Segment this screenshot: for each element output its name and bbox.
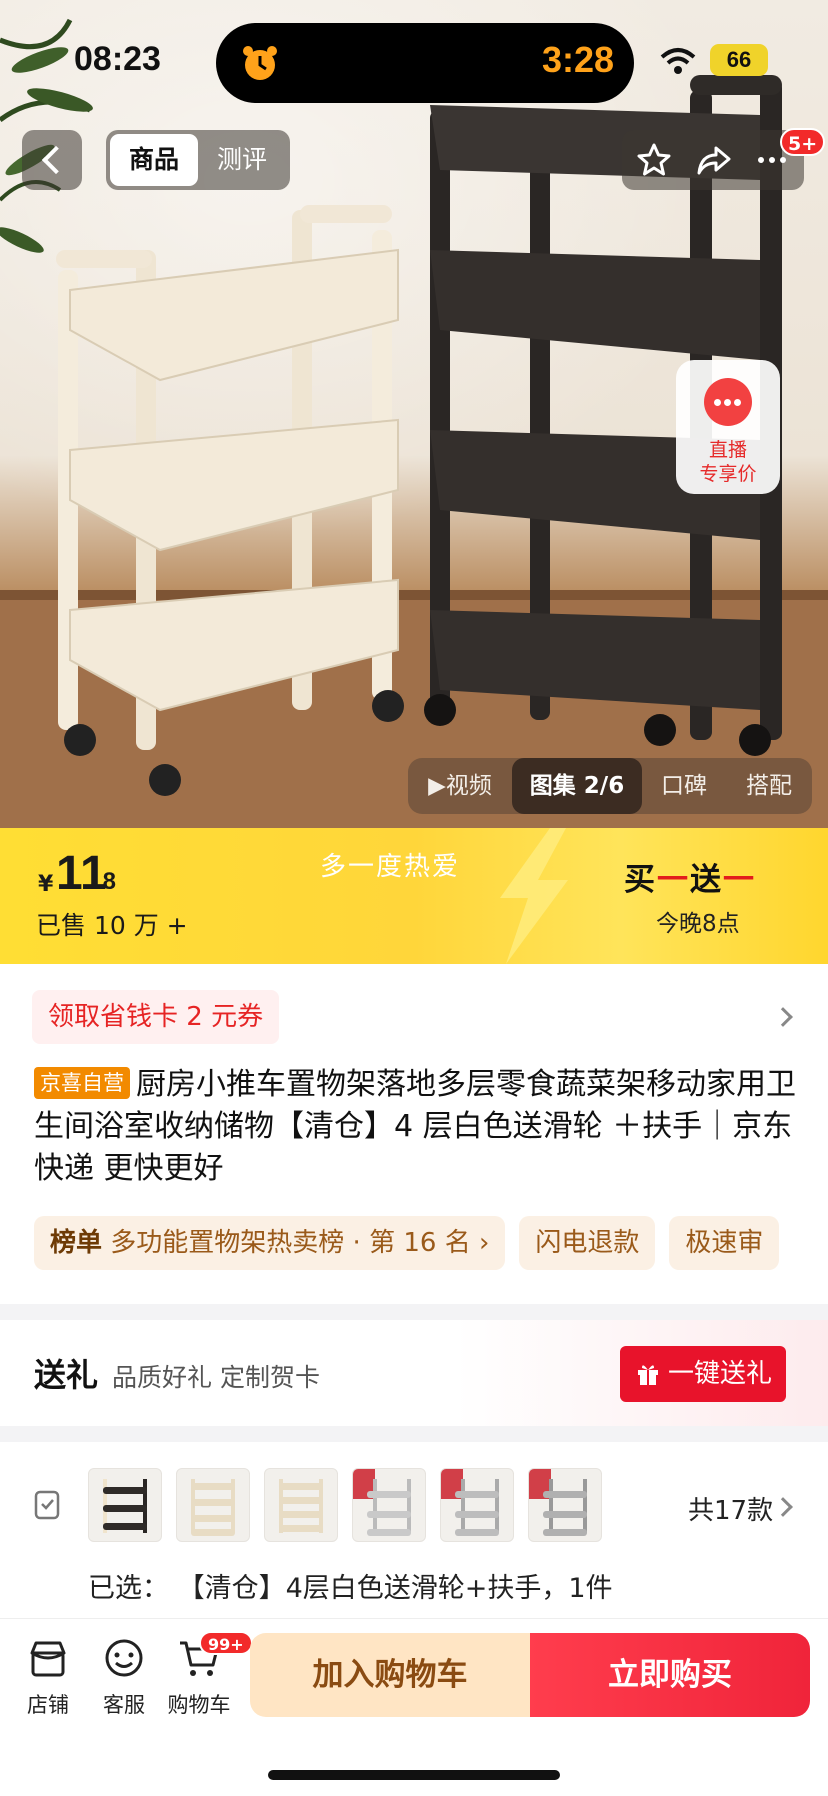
live-icon xyxy=(704,378,752,426)
variant-thumb[interactable] xyxy=(352,1468,426,1542)
tab-product[interactable]: 商品 xyxy=(110,134,198,186)
promo-buy-one-get-one[interactable]: 买一送一 xyxy=(624,854,756,899)
price-banner: ¥ 11 .8 已售 10 万 + 多一度热爱 买一送一 今晚8点 xyxy=(0,828,828,964)
dynamic-island[interactable]: 3:28 xyxy=(216,23,634,103)
variant-thumb[interactable] xyxy=(176,1468,250,1542)
self-operated-tag: 京喜自营 xyxy=(34,1067,130,1099)
review-chip[interactable]: 极速审 xyxy=(669,1216,780,1270)
rank-chip[interactable]: 榜单 多功能置物架热卖榜 · 第 16 名 › xyxy=(34,1216,506,1270)
media-tab-review[interactable]: 口碑 xyxy=(642,758,726,814)
variant-thumb[interactable] xyxy=(88,1468,162,1542)
gift-title: 送礼 xyxy=(34,1356,99,1394)
customer-service-button[interactable]: 客服 xyxy=(88,1637,160,1719)
section-divider xyxy=(0,1304,828,1320)
product-title: 京喜自营 厨房小推车置物架落地多层零食蔬菜架移动家用卫生间浴室收纳储物【清仓】4 … xyxy=(34,1064,802,1190)
price-currency: ¥ xyxy=(38,872,54,897)
add-to-cart-button[interactable]: 加入购物车 xyxy=(250,1633,530,1717)
variant-thumb[interactable] xyxy=(264,1468,338,1542)
live-price-label: 直播 专享价 xyxy=(699,439,757,485)
price-decimal: .8 xyxy=(96,868,117,895)
live-price-button[interactable]: 直播 专享价 xyxy=(676,360,780,494)
promo-time: 今晚8点 xyxy=(656,911,740,937)
sold-count: 已售 10 万 + xyxy=(36,911,188,940)
star-favorite-icon[interactable] xyxy=(636,142,672,178)
store-button[interactable]: 店铺 xyxy=(12,1637,84,1719)
buy-now-button[interactable]: 立即购买 xyxy=(530,1633,810,1717)
lightning-bolt-icon xyxy=(500,828,568,964)
rank-text: 多功能置物架热卖榜 · 第 16 名 xyxy=(110,1228,471,1258)
chevron-right-icon[interactable] xyxy=(773,1497,793,1517)
coupon-button[interactable]: 领取省钱卡 2 元券 xyxy=(32,990,280,1044)
notification-badge: 5+ xyxy=(780,128,826,156)
back-button[interactable] xyxy=(22,130,82,190)
media-tab-gallery[interactable]: 图集 2/6 xyxy=(512,758,642,814)
service-label: 客服 xyxy=(103,1693,145,1717)
product-title-text: 厨房小推车置物架落地多层零食蔬菜架移动家用卫生间浴室收纳储物【清仓】4 层白色送… xyxy=(34,1067,796,1186)
smiley-chat-icon xyxy=(105,1639,143,1677)
view-tabs: 商品 测评 xyxy=(106,130,290,190)
chevron-right-icon[interactable] xyxy=(773,1007,793,1027)
banner-slogan: 多一度热爱 xyxy=(320,852,461,882)
wifi-icon xyxy=(660,48,696,74)
send-gift-label: 一键送礼 xyxy=(668,1359,773,1389)
media-tab-video[interactable]: ▶视频 xyxy=(408,758,512,814)
feature-chips: 榜单 多功能置物架热卖榜 · 第 16 名 › 闪电退款 极速审 xyxy=(34,1216,828,1270)
product-image[interactable]: 08:23 3:28 66 商品 测评 5+ 直播 专享价 ▶视频 图集 2/6… xyxy=(0,0,828,828)
header-actions xyxy=(622,130,804,190)
gift-section: 送礼 品质好礼 定制贺卡 一键送礼 xyxy=(0,1320,828,1426)
gift-subtitle: 品质好礼 定制贺卡 xyxy=(112,1363,320,1392)
battery-indicator: 66 xyxy=(710,44,768,76)
store-label: 店铺 xyxy=(27,1693,69,1717)
status-time: 08:23 xyxy=(74,40,161,78)
variant-thumb[interactable] xyxy=(528,1468,602,1542)
cart-badge: 99+ xyxy=(199,1631,253,1655)
media-tab-match[interactable]: 搭配 xyxy=(726,758,812,814)
store-icon xyxy=(30,1641,66,1677)
send-gift-button[interactable]: 一键送礼 xyxy=(620,1346,786,1402)
rank-arrow: › xyxy=(478,1228,490,1258)
selected-variant[interactable]: 已选： 【清仓】4层白色送滑轮+扶手，1件 xyxy=(88,1566,613,1605)
variants-count[interactable]: 共17款 xyxy=(688,1490,773,1527)
variant-thumb[interactable] xyxy=(440,1468,514,1542)
share-icon[interactable] xyxy=(696,142,732,178)
section-divider xyxy=(0,1426,828,1442)
alarm-clock-icon xyxy=(243,46,277,80)
cart-label: 购物车 xyxy=(167,1693,231,1717)
rank-tag: 榜单 xyxy=(50,1228,103,1258)
variant-thumbnails xyxy=(88,1468,616,1542)
home-indicator[interactable] xyxy=(268,1770,560,1780)
media-tabs: ▶视频 图集 2/6 口碑 搭配 xyxy=(408,758,812,814)
status-bar: 08:23 3:28 66 xyxy=(0,0,828,120)
sku-list-icon xyxy=(34,1490,60,1520)
refund-chip[interactable]: 闪电退款 xyxy=(519,1216,656,1270)
timer-text: 3:28 xyxy=(541,39,614,80)
tab-review[interactable]: 测评 xyxy=(198,134,286,186)
cart-button[interactable]: 99+ 购物车 xyxy=(163,1631,253,1719)
gift-icon xyxy=(638,1365,658,1385)
